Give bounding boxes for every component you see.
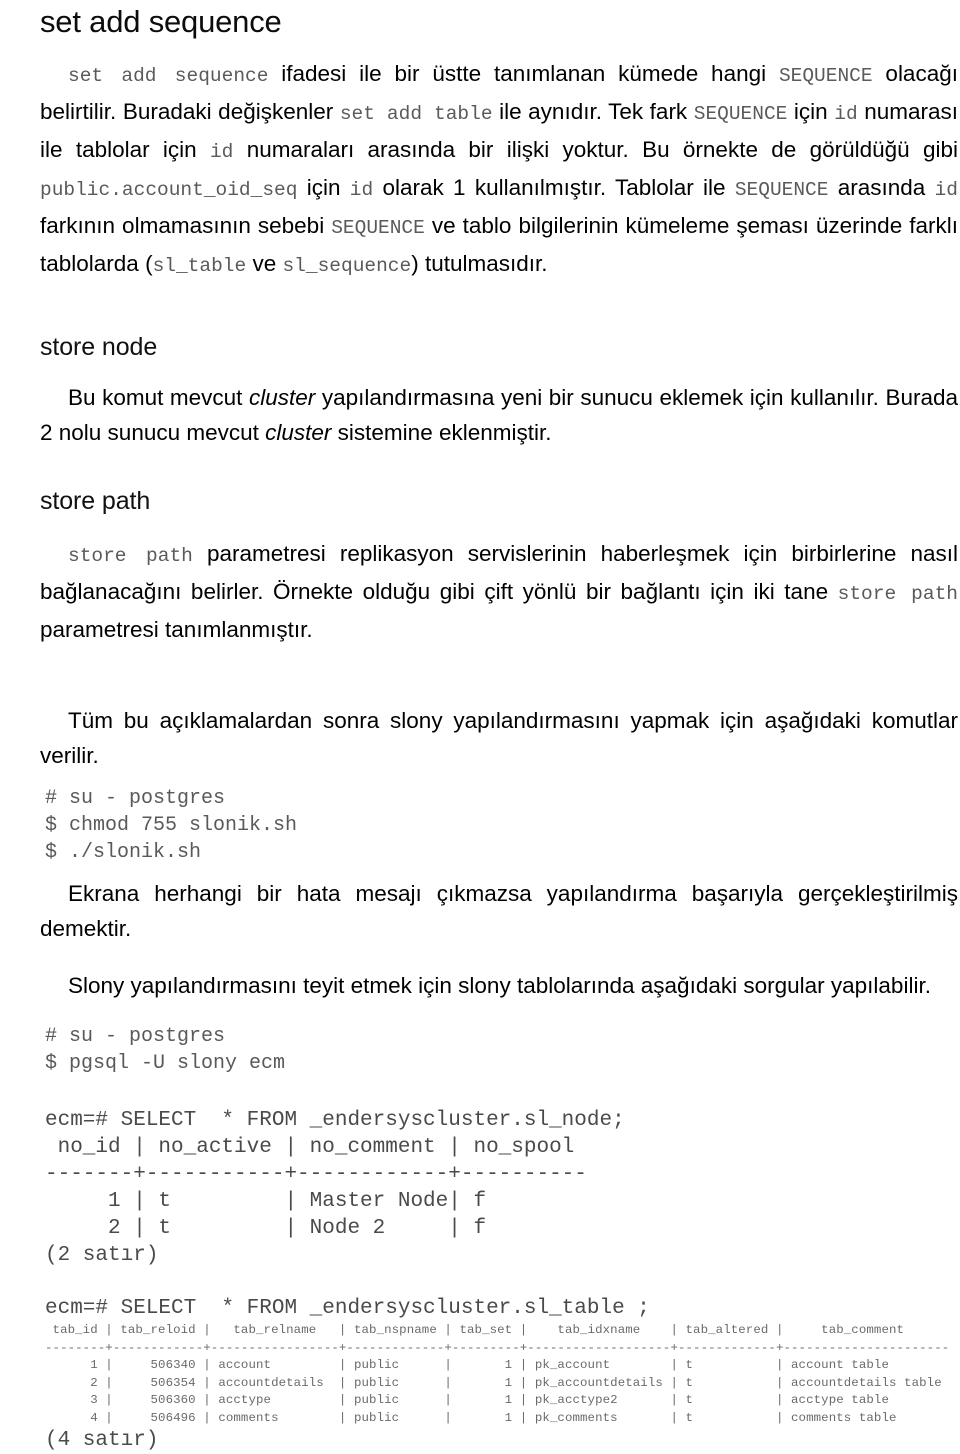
paragraph-success: Ekrana herhangi bir hata mesajı çıkmazsa… [40,881,958,941]
inline-code: store path [837,583,958,605]
document-page: set add sequence set add sequence ifades… [0,0,960,1454]
terminal-sl-node-rowcount: (2 satır) [45,1244,159,1267]
paragraph-store-node: Bu komut mevcut cluster yapılandırmasına… [40,380,958,450]
inline-text: Bu komut mevcut [68,385,249,410]
inline-code: set add sequence [68,65,269,87]
inline-text: sistemine eklenmiştir. [331,420,552,445]
inline-text: ve [246,251,283,276]
paragraph-set-add-sequence: set add sequence ifadesi ile bir üstte t… [40,56,958,284]
inline-code: public.account_oid_seq [40,179,298,201]
inline-text: olarak 1 kullanılmıştır. Tablolar ile [373,175,735,200]
inline-text: farkının olmamasının sebebi [40,213,332,238]
inline-code: sl_table [152,255,247,277]
code-block-setup: # su - postgres $ chmod 755 slonik.sh $ … [45,787,298,864]
inline-emphasis: cluster [265,420,332,445]
heading-store-node: store node [40,333,158,361]
paragraph-commands-intro: Tüm bu açıklamalardan sonra slony yapıla… [40,708,958,768]
inline-text: parametresi tanımlanmıştır. [40,617,313,642]
inline-text: için [297,175,350,200]
inline-text: ile aynıdır. Tek fark [492,99,694,124]
inline-text: ) tutulmasıdır. [411,251,548,276]
inline-code: id [209,141,234,163]
document-body: set add sequence set add sequence ifades… [0,0,960,1454]
paragraph-store-path: store path parametresi replikasyon servi… [40,536,958,647]
terminal-sl-node-row: 2 | t | Node 2 | f [45,1217,487,1240]
inline-emphasis: cluster [248,385,316,410]
inline-code: set add table [339,103,493,125]
inline-code: store path [68,545,193,567]
inline-code: id [934,179,958,201]
table-row: 2 | 506354 | accountdetails | public | 1… [45,1375,942,1390]
terminal-sl-node-row: 1 | t | Master Node| f [45,1190,487,1213]
terminal-sl-node-separator: -------+-----------+------------+-------… [45,1163,587,1186]
inline-text: arasında [828,175,935,200]
inline-code: SEQUENCE [331,217,425,239]
table-row: 1 | 506340 | account | public | 1 | pk_a… [45,1358,889,1372]
inline-code: SEQUENCE [778,65,873,87]
table-row: 3 | 506360 | acctype | public | 1 | pk_a… [45,1393,889,1407]
paragraph-verify: Slony yapılandırmasını teyit etmek için … [68,973,931,998]
inline-code: id [349,179,374,201]
terminal-sl-node-query: ecm=# SELECT * FROM _endersyscluster.sl_… [45,1109,625,1132]
inline-code: id [834,103,858,125]
inline-text: için [787,99,835,124]
terminal-sl-table-header: tab_id | tab_reloid | tab_relname | tab_… [45,1323,905,1337]
heading-store-path: store path [40,487,151,515]
terminal-sl-table-query: ecm=# SELECT * FROM _endersyscluster.sl_… [45,1297,650,1320]
inline-text: ifadesi ile bir üstte tanımlanan kümede … [268,61,779,86]
terminal-sl-table-separator: --------+------------+-----------------+… [45,1340,950,1355]
inline-code: sl_sequence [282,255,412,277]
inline-code: SEQUENCE [693,103,788,125]
page-title: set add sequence [40,4,282,39]
terminal-sl-table-rowcount: (4 satır) [45,1429,159,1452]
inline-code: SEQUENCE [734,179,829,201]
terminal-sl-node-header: no_id | no_active | no_comment | no_spoo… [45,1136,575,1159]
code-block-psql: # su - postgres $ pgsql -U slony ecm [45,1025,286,1075]
table-row: 4 | 506496 | comments | public | 1 | pk_… [45,1410,897,1425]
inline-text: numaraları arasında bir ilişki yoktur. B… [233,137,958,162]
